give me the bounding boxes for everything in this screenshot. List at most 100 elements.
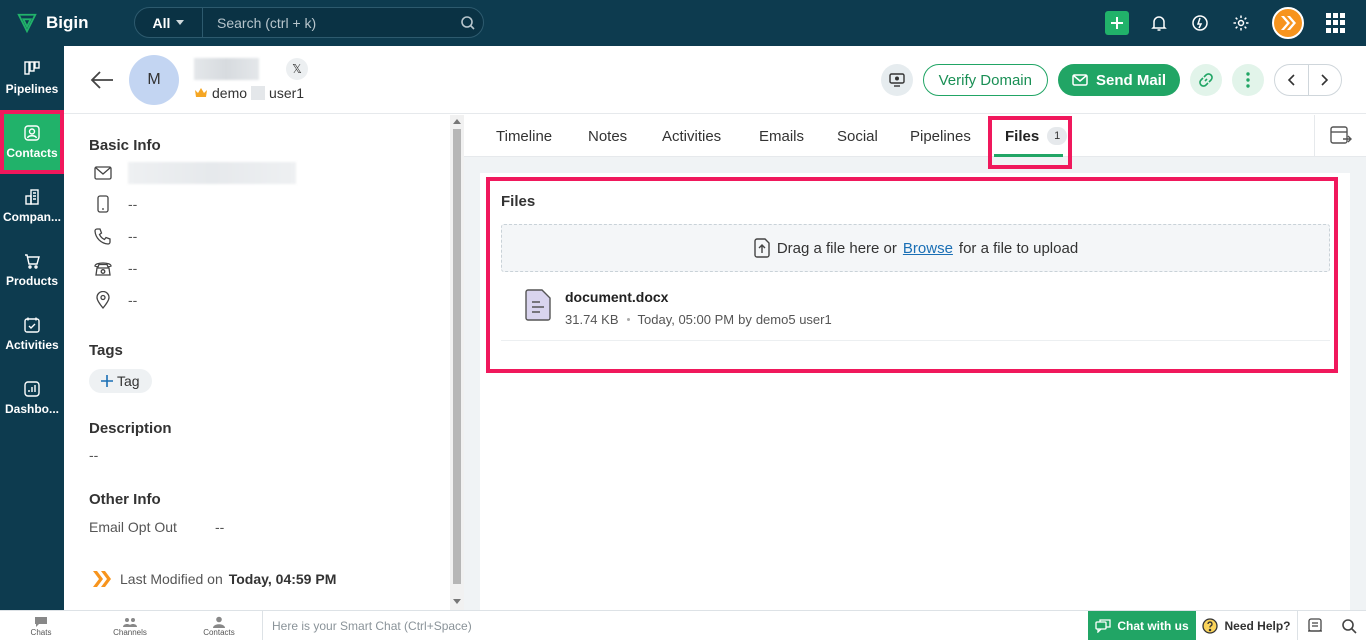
bottom-chats[interactable]: Chats	[11, 611, 71, 640]
notes-tray-icon[interactable]	[1298, 611, 1332, 640]
add-tag-button[interactable]: Tag	[89, 369, 152, 393]
tab-social[interactable]: Social	[837, 115, 878, 157]
zia-icon[interactable]	[1190, 13, 1210, 33]
email-opt-out-value: --	[215, 519, 225, 535]
contact-owner: demo user1	[194, 85, 304, 101]
bottom-search-icon[interactable]	[1332, 611, 1366, 640]
user-avatar-icon	[1281, 16, 1296, 30]
details-scrollbar[interactable]	[450, 115, 464, 610]
bottom-channels[interactable]: Channels	[100, 611, 160, 640]
related-panel: Timeline Notes Activities Emails Social …	[464, 115, 1366, 610]
modified-chevrons-icon	[93, 571, 111, 587]
scroll-up-arrow-icon[interactable]	[453, 119, 461, 124]
contact-header: M 𝕏 demo user1 Verify Domain Send Mail	[64, 46, 1366, 114]
gear-icon[interactable]	[1231, 13, 1251, 33]
need-help-label: Need Help?	[1224, 619, 1291, 633]
scroll-down-arrow-icon[interactable]	[453, 599, 461, 604]
email-icon	[94, 164, 112, 182]
other-info-title: Other Info	[89, 491, 161, 508]
tab-emails[interactable]: Emails	[759, 115, 804, 157]
nav-products[interactable]: Products	[0, 238, 64, 302]
contact-avatar: M	[129, 55, 179, 105]
nav-contacts-label: Contacts	[6, 146, 58, 160]
search-icon[interactable]	[453, 15, 483, 31]
nav-pipelines-label: Pipelines	[5, 82, 59, 96]
left-nav: Pipelines Contacts Compan... Products Ac…	[0, 46, 64, 610]
search-scope-dropdown[interactable]: All	[135, 8, 203, 37]
chat-bubble-icon	[35, 616, 47, 627]
scrollbar-thumb[interactable]	[453, 129, 461, 584]
link-icon[interactable]	[1190, 64, 1222, 96]
add-tag-label: Tag	[117, 373, 140, 389]
email-value-redacted[interactable]	[128, 162, 296, 184]
back-arrow-icon[interactable]	[89, 68, 115, 92]
activities-icon	[24, 317, 40, 333]
smart-chat-bar	[262, 611, 1088, 640]
location-pin-icon	[94, 291, 112, 309]
search-input[interactable]	[203, 8, 453, 37]
nav-companies[interactable]: Compan...	[0, 174, 64, 238]
owner-name-prefix: demo	[212, 85, 248, 101]
files-tab-highlight	[988, 116, 1072, 169]
last-modified: Last Modified on Today, 04:59 PM	[92, 570, 336, 588]
chat-with-us-button[interactable]: Chat with us	[1088, 611, 1196, 640]
bell-icon[interactable]	[1149, 13, 1169, 33]
nav-dashboards-label: Dashbo...	[4, 402, 59, 416]
tab-notes[interactable]: Notes	[588, 115, 627, 157]
next-record-chevron-right-icon[interactable]	[1309, 65, 1342, 95]
bottom-bar: Chats Channels Contacts Chat with us Nee…	[0, 610, 1366, 640]
contact-person-icon	[213, 616, 225, 628]
phone-row: --	[94, 227, 137, 245]
nav-products-label: Products	[5, 274, 58, 288]
app-logo[interactable]: Bigin	[0, 12, 130, 34]
apps-grid-icon[interactable]	[1326, 13, 1346, 33]
search-scope-label: All	[152, 14, 171, 31]
search-box: All	[134, 7, 484, 38]
send-mail-label: Send Mail	[1095, 71, 1166, 89]
top-bar: Bigin All	[0, 0, 1366, 46]
chat-with-us-label: Chat with us	[1117, 619, 1189, 633]
companies-icon	[25, 189, 39, 205]
tab-activities[interactable]: Activities	[662, 115, 721, 157]
nav-dashboards[interactable]: Dashbo...	[0, 366, 64, 430]
plus-icon	[101, 375, 113, 387]
mobile-icon	[94, 195, 112, 213]
files-section-highlight	[486, 177, 1338, 373]
owner-name-suffix: user1	[269, 85, 305, 101]
x-twitter-icon[interactable]: 𝕏	[286, 58, 308, 80]
need-help-button[interactable]: Need Help?	[1196, 611, 1298, 640]
home-phone-value: --	[128, 260, 138, 276]
bottom-channels-label: Channels	[113, 627, 147, 637]
tab-pipelines[interactable]: Pipelines	[910, 115, 971, 157]
screen-share-icon[interactable]	[880, 64, 913, 96]
user-avatar[interactable]	[1272, 7, 1304, 39]
bottom-contacts[interactable]: Contacts	[189, 611, 249, 640]
email-row	[94, 162, 296, 184]
more-options-icon[interactable]	[1232, 64, 1264, 96]
verify-domain-button[interactable]: Verify Domain	[922, 64, 1048, 96]
panel-export-icon[interactable]	[1314, 115, 1366, 157]
record-pager	[1274, 64, 1342, 96]
address-row: --	[94, 291, 137, 309]
chat-window-icon	[1095, 619, 1111, 633]
last-modified-label: Last Modified on	[120, 571, 223, 587]
contact-name-redacted	[194, 58, 259, 80]
phone-icon	[94, 227, 112, 245]
nav-activities-label: Activities	[5, 338, 59, 352]
tab-timeline[interactable]: Timeline	[496, 115, 552, 157]
pipelines-icon	[24, 61, 40, 75]
app-name: Bigin	[46, 13, 89, 32]
nav-pipelines[interactable]: Pipelines	[0, 46, 64, 110]
smart-chat-input[interactable]	[272, 619, 1088, 633]
send-mail-button[interactable]: Send Mail	[1057, 64, 1180, 96]
previous-record-chevron-left-icon[interactable]	[1275, 65, 1309, 95]
bottom-chats-label: Chats	[30, 627, 52, 637]
quick-create-plus-icon[interactable]	[1105, 11, 1129, 35]
nav-companies-label: Compan...	[2, 210, 61, 224]
mail-icon	[1072, 74, 1088, 86]
nav-activities[interactable]: Activities	[0, 302, 64, 366]
related-tabs: Timeline Notes Activities Emails Social …	[464, 115, 1366, 157]
contacts-icon	[24, 125, 40, 141]
description-value: --	[89, 447, 99, 463]
nav-contacts[interactable]: Contacts	[0, 110, 64, 174]
